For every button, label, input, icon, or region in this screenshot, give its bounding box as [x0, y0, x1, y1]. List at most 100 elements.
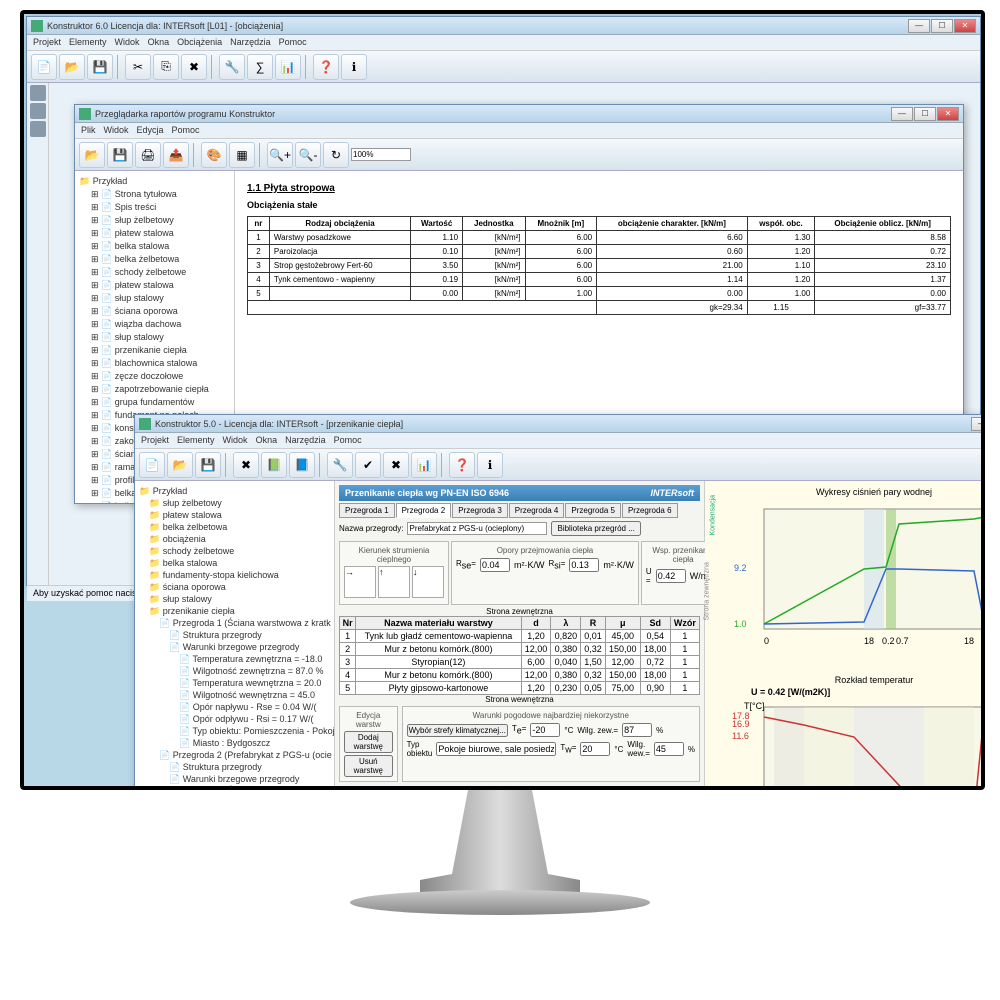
tree-item[interactable]: 📁 słup żelbetowy [139, 497, 330, 509]
word-icon[interactable]: 📘 [289, 452, 315, 478]
star-icon[interactable]: ✖ [383, 452, 409, 478]
zoom-combo[interactable] [351, 148, 411, 161]
tw-input[interactable] [580, 742, 610, 756]
menu-item[interactable]: Okna [256, 435, 278, 446]
tree-item[interactable]: ⊞ 📄 słup stalowy [79, 331, 230, 344]
titlebar[interactable]: Konstruktor 5.0 - Licencja dla: INTERsof… [135, 415, 981, 433]
maximize-button[interactable]: ☐ [931, 19, 953, 33]
rsi-input[interactable] [569, 558, 599, 572]
tree-item[interactable]: 📄 Wilgotność wewnętrzna = 45.0 [139, 689, 330, 701]
help-icon[interactable]: ❓ [313, 54, 339, 80]
tree-item[interactable]: ⊞ 📄 belka stalowa [79, 240, 230, 253]
tree-item[interactable]: 📄 Przegroda 3 (Ściana warstwowa z kratk [139, 785, 330, 786]
check-icon[interactable]: ✔ [355, 452, 381, 478]
minimize-button[interactable]: — [971, 417, 981, 431]
table-row[interactable]: 3Styropian(12)6,000,0401,5012,000,721 [340, 656, 700, 669]
tree-item[interactable]: 📄 Temperatura zewnętrzna = -18.0 [139, 653, 330, 665]
print-icon[interactable]: 🖨 [135, 142, 161, 168]
info-icon[interactable]: ℹ [477, 452, 503, 478]
tree-item[interactable]: 📄 Przegroda 2 (Prefabrykat z PGS-u (ocie [139, 749, 330, 761]
tree-item[interactable]: 📄 Warunki brzegowe przegrody [139, 641, 330, 653]
tree-item[interactable]: 📁 schody żelbetowe [139, 545, 330, 557]
tab[interactable]: Przegroda 3 [452, 503, 508, 518]
del-layer-button[interactable]: Usuń warstwę [344, 755, 393, 777]
grid-icon[interactable]: ▦ [229, 142, 255, 168]
tree-item[interactable]: 📁 przenikanie ciepła [139, 605, 330, 617]
tree-item[interactable]: ⊞ 📄 Strona tytułowa [79, 188, 230, 201]
tree-item[interactable]: 📁 fundamenty-stopa kielichowa [139, 569, 330, 581]
report-icon[interactable]: 📊 [275, 54, 301, 80]
excel-icon[interactable]: 📗 [261, 452, 287, 478]
menu-item[interactable]: Widok [115, 37, 140, 48]
save-icon[interactable]: 💾 [195, 452, 221, 478]
open-icon[interactable]: 📂 [59, 54, 85, 80]
zoom-out-icon[interactable]: 🔍- [295, 142, 321, 168]
cut-icon[interactable]: ✂ [125, 54, 151, 80]
menu-item[interactable]: Pomoc [279, 37, 307, 48]
menubar[interactable]: ProjektElementyWidokOknaNarzędziaPomoc [135, 433, 981, 449]
menu-item[interactable]: Projekt [33, 37, 61, 48]
refresh-icon[interactable]: ↻ [323, 142, 349, 168]
menu-item[interactable]: Narzędzia [230, 37, 271, 48]
maximize-button[interactable]: ☐ [914, 107, 936, 121]
tree-item[interactable]: 📄 Opór odpływu - Rsi = 0.17 W/( [139, 713, 330, 725]
tab[interactable]: Przegroda 1 [339, 503, 395, 518]
side-icon[interactable] [30, 85, 46, 101]
side-icon[interactable] [30, 103, 46, 119]
menu-item[interactable]: Elementy [69, 37, 107, 48]
minimize-button[interactable]: — [908, 19, 930, 33]
tree-item[interactable]: 📁 Przykład [79, 175, 230, 188]
close-button[interactable]: ✕ [954, 19, 976, 33]
open-icon[interactable]: 📂 [167, 452, 193, 478]
table-row[interactable]: 1Tynk lub gładź cementowo-wapienna1,200,… [340, 630, 700, 643]
export-icon[interactable]: 📤 [163, 142, 189, 168]
menu-item[interactable]: Edycja [137, 125, 164, 136]
tree-item[interactable]: ⊞ 📄 blachownica stalowa [79, 357, 230, 370]
menu-item[interactable]: Narzędzia [285, 435, 326, 446]
menu-item[interactable]: Pomoc [334, 435, 362, 446]
menu-item[interactable]: Elementy [177, 435, 215, 446]
save-icon[interactable]: 💾 [107, 142, 133, 168]
rse-input[interactable] [480, 558, 510, 572]
tree-item[interactable]: ⊞ 📄 belka żelbetowa [79, 253, 230, 266]
help-icon[interactable]: ❓ [449, 452, 475, 478]
tree-item[interactable]: 📁 belka żelbetowa [139, 521, 330, 533]
add-layer-button[interactable]: Dodaj warstwę [344, 731, 393, 753]
close-button[interactable]: ✕ [937, 107, 959, 121]
tree-item[interactable]: 📄 Struktura przegrody [139, 761, 330, 773]
tree-item[interactable]: 📄 Temperatura wewnętrzna = 20.0 [139, 677, 330, 689]
calc-icon[interactable]: ∑ [247, 54, 273, 80]
tree-item[interactable]: 📄 Struktura przegrody [139, 629, 330, 641]
tree-item[interactable]: 📄 Opór napływu - Rse = 0.04 W/( [139, 701, 330, 713]
tree-item[interactable]: 📄 Warunki brzegowe przegrody [139, 773, 330, 785]
tree-item[interactable]: 📁 belka stalowa [139, 557, 330, 569]
u-input[interactable] [656, 569, 686, 583]
table-row[interactable]: 2Mur z betonu komórk.(800)12,000,3800,32… [340, 643, 700, 656]
menu-item[interactable]: Widok [104, 125, 129, 136]
partition-name-input[interactable] [407, 522, 547, 535]
new-icon[interactable]: 📄 [139, 452, 165, 478]
titlebar[interactable]: Przeglądarka raportów programu Konstrukt… [75, 105, 963, 123]
tree-item[interactable]: ⊞ 📄 zapotrzebowanie ciepła [79, 383, 230, 396]
minimize-button[interactable]: — [891, 107, 913, 121]
tab[interactable]: Przegroda 5 [565, 503, 621, 518]
tree-item[interactable]: 📄 Wilgotność zewnętrzna = 87.0 % [139, 665, 330, 677]
flow-v-icon[interactable]: ↑ [378, 566, 410, 598]
tree-item[interactable]: 📄 Przegroda 1 (Ściana warstwowa z kratk [139, 617, 330, 629]
menu-item[interactable]: Projekt [141, 435, 169, 446]
menubar[interactable]: PlikWidokEdycjaPomoc [75, 123, 963, 139]
table-row[interactable]: 5Płyty gipsowo-kartonowe1,200,2300,0575,… [340, 682, 700, 695]
tree-item[interactable]: ⊞ 📄 wiązba dachowa [79, 318, 230, 331]
calc-icon[interactable]: 📊 [411, 452, 437, 478]
tree-item[interactable]: 📄 Typ obiektu: Pomieszczenia - Pokoje [139, 725, 330, 737]
tree-item[interactable]: ⊞ 📄 słup żelbetowy [79, 214, 230, 227]
tree-item[interactable]: 📁 słup stalowy [139, 593, 330, 605]
tree-item[interactable]: ⊞ 📄 Spis treści [79, 201, 230, 214]
object-type-select[interactable] [436, 742, 556, 756]
tree-item[interactable]: 📁 Przykład [139, 485, 330, 497]
te-input[interactable] [530, 723, 560, 737]
flow-h-icon[interactable]: → [344, 566, 376, 598]
new-icon[interactable]: 📄 [31, 54, 57, 80]
save-icon[interactable]: 💾 [87, 54, 113, 80]
project-tree[interactable]: 📁 Przykład📁 słup żelbetowy📁 płatew stalo… [135, 481, 335, 786]
